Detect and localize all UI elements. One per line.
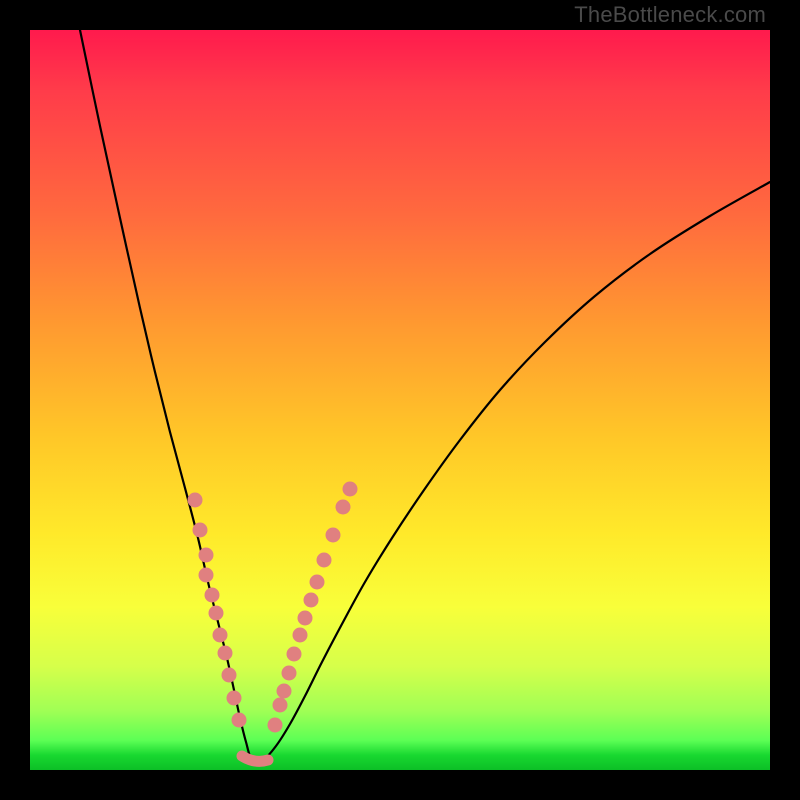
dots-left-cluster [188,493,247,728]
curve-layer [30,30,770,770]
data-dot [343,482,358,497]
data-dot [199,548,214,563]
dots-right-cluster [268,482,358,733]
data-dot [298,611,313,626]
data-dot [205,588,220,603]
data-dot [336,500,351,515]
chart-frame [30,30,770,770]
data-dot [326,528,341,543]
data-dot [287,647,302,662]
data-dot [282,666,297,681]
data-dot [232,713,247,728]
bottleneck-curve [80,30,770,762]
data-dot [310,575,325,590]
data-dot [293,628,308,643]
data-dot [317,553,332,568]
data-dot [218,646,233,661]
data-dot [222,668,237,683]
data-dot [277,684,292,699]
data-dot [188,493,203,508]
data-dot [193,523,208,538]
data-dot [268,718,283,733]
data-dot [199,568,214,583]
data-dot [213,628,228,643]
data-dot [227,691,242,706]
valley-marker [242,756,268,761]
data-dot [209,606,224,621]
data-dot [304,593,319,608]
data-dot [273,698,288,713]
watermark-text: TheBottleneck.com [574,2,766,28]
